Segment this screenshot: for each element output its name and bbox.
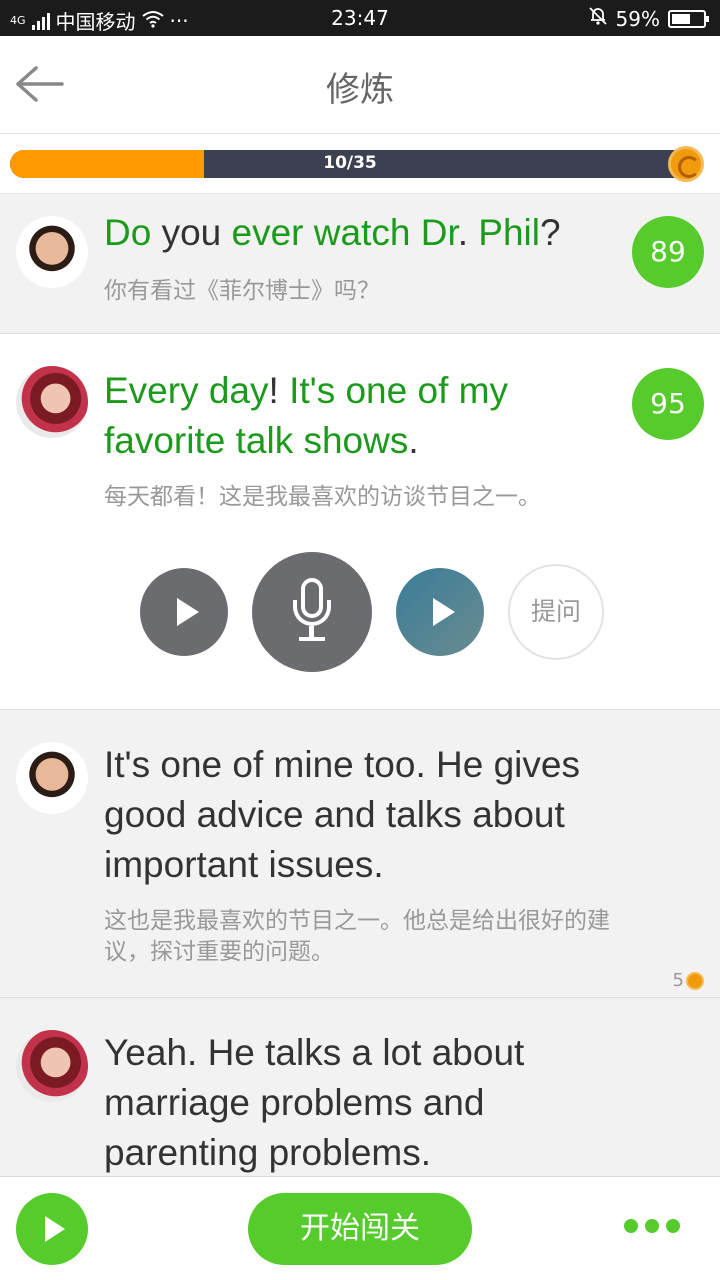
play-icon <box>433 598 455 626</box>
score-badge: 89 <box>632 216 704 288</box>
dialogue-item[interactable]: It's one of mine too. He gives good advi… <box>0 710 720 998</box>
ask-button[interactable]: 提问 <box>508 564 604 660</box>
sentence-fragment: ever watch Dr <box>231 212 458 253</box>
sentence-fragment: . <box>457 212 479 253</box>
avatar <box>16 366 88 438</box>
coin-reward: 5 <box>673 970 704 991</box>
coin-icon <box>686 971 704 990</box>
dialogue-item[interactable]: Do you ever watch Dr. Phil? 你有看过《菲尔博士》吗？… <box>0 194 720 334</box>
battery-percent: 59% <box>615 6 660 31</box>
sentence-chinese: 每天都看！这是我最喜欢的访谈节目之一。 <box>104 484 541 510</box>
dialogue-item[interactable]: Yeah. He talks a lot about marriage prob… <box>0 998 720 1178</box>
page-title: 修炼 <box>326 70 394 110</box>
sentence-english: Yeah. He talks a lot about marriage prob… <box>104 1032 525 1173</box>
record-button[interactable] <box>252 552 372 672</box>
sentence-english: Every day! It's one of my favorite talk … <box>104 366 624 466</box>
header: 修炼 <box>0 36 720 134</box>
progress-section: 10/35 <box>0 134 720 194</box>
avatar <box>16 742 88 814</box>
play-all-button[interactable] <box>16 1193 88 1265</box>
progress-label: 10/35 <box>323 153 377 173</box>
sentence-english: Do you ever watch Dr. Phil? <box>104 208 624 258</box>
sentence-fragment: you <box>151 212 232 253</box>
play-icon <box>45 1216 65 1242</box>
bell-muted-icon <box>588 6 608 31</box>
sentence-fragment: ! <box>268 370 290 411</box>
sentence-fragment: ? <box>540 212 561 253</box>
status-bar: 4G 中国移动 ··· 23:47 59% <box>0 0 720 36</box>
coin-icon <box>668 146 704 182</box>
score-badge: 95 <box>632 368 704 440</box>
sentence-chinese: 这也是我最喜欢的节目之一。他总是给出很好的建议，探讨重要的问题。 <box>104 908 610 965</box>
start-challenge-button[interactable]: 开始闯关 <box>248 1193 472 1265</box>
play-original-button[interactable] <box>140 568 228 656</box>
progress-bar: 10/35 <box>10 150 690 178</box>
play-recording-button[interactable] <box>396 568 484 656</box>
play-icon <box>177 598 199 626</box>
avatar <box>16 1030 88 1102</box>
coin-count: 5 <box>672 970 684 991</box>
bottom-bar: 开始闯关 <box>0 1176 720 1280</box>
sentence-fragment: . <box>408 420 419 461</box>
sentence-fragment: Every day <box>104 370 269 411</box>
sentence-fragment: Phil <box>478 212 540 253</box>
sentence-chinese: 你有看过《菲尔博士》吗？ <box>104 278 380 304</box>
more-options-icon[interactable] <box>624 1219 680 1239</box>
sentence-fragment: Do <box>104 212 152 253</box>
sentence-english: It's one of mine too. He gives good advi… <box>104 744 580 885</box>
avatar <box>16 216 88 288</box>
battery-icon <box>668 9 709 28</box>
dialogue-item-active[interactable]: Every day! It's one of my favorite talk … <box>0 334 720 710</box>
